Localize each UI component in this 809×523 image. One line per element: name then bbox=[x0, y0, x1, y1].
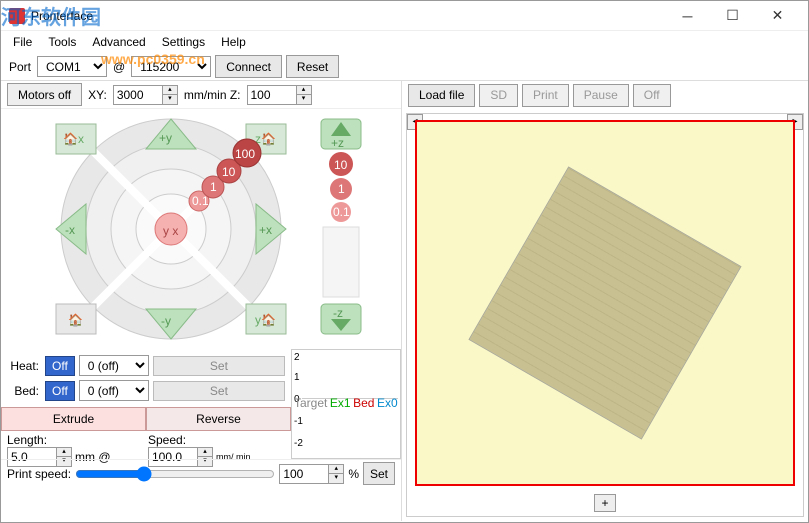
svg-text:-z: -z bbox=[333, 306, 343, 320]
motors-off-button[interactable]: Motors off bbox=[7, 83, 82, 106]
baud-select[interactable]: 115200 bbox=[131, 56, 211, 77]
jog-control-panel[interactable]: 🏠x z🏠 🏠 y🏠 +y -y -x +x y x 0.1 1 10 100 … bbox=[1, 109, 401, 349]
z-speed-input[interactable]: ▴▾ bbox=[247, 85, 312, 105]
gcode-viewer[interactable]: ◂ ▸ + bbox=[406, 113, 804, 517]
heat-label: Heat: bbox=[7, 359, 41, 373]
home-x-icon: 🏠x bbox=[56, 124, 96, 154]
reset-button[interactable]: Reset bbox=[286, 55, 339, 78]
close-button[interactable]: ✕ bbox=[755, 2, 800, 30]
connect-button[interactable]: Connect bbox=[215, 55, 282, 78]
svg-text:-y: -y bbox=[161, 314, 171, 328]
svg-text:10: 10 bbox=[222, 165, 236, 179]
load-file-button[interactable]: Load file bbox=[408, 84, 475, 107]
length-label: Length: bbox=[7, 433, 144, 447]
bed-label: Bed: bbox=[7, 384, 41, 398]
bed-off-button[interactable]: Off bbox=[45, 381, 75, 401]
bed-set-button[interactable]: Set bbox=[153, 381, 285, 401]
window-title: Pronterface bbox=[31, 9, 665, 23]
app-icon bbox=[9, 8, 25, 24]
svg-text:1: 1 bbox=[210, 180, 217, 194]
at-label: @ bbox=[111, 60, 127, 74]
titlebar: Pronterface ─ ☐ ✕ bbox=[1, 1, 808, 31]
pause-button[interactable]: Pause bbox=[573, 84, 629, 107]
xy-label: XY: bbox=[86, 88, 109, 102]
print-button[interactable]: Print bbox=[522, 84, 569, 107]
reverse-button[interactable]: Reverse bbox=[146, 407, 291, 431]
menu-help[interactable]: Help bbox=[213, 33, 254, 51]
sd-button[interactable]: SD bbox=[479, 84, 518, 107]
port-select[interactable]: COM1 bbox=[37, 56, 107, 77]
menu-file[interactable]: File bbox=[5, 33, 40, 51]
temperature-graph: 2 1 0 -1 -2 Target Ex1 Bed Ex0 bbox=[291, 349, 401, 459]
home-y-icon: y🏠 bbox=[246, 304, 286, 334]
svg-text:+z: +z bbox=[331, 136, 344, 150]
menu-settings[interactable]: Settings bbox=[154, 33, 213, 51]
minimize-button[interactable]: ─ bbox=[665, 2, 710, 30]
print-speed-set-button[interactable]: Set bbox=[363, 462, 395, 485]
left-panel: Motors off XY: ▴▾ mm/min Z: ▴▾ 🏠x z🏠 🏠 y… bbox=[1, 81, 401, 521]
file-toolbar: Load file SD Print Pause Off bbox=[402, 81, 808, 109]
minus-z-arrow: -z bbox=[321, 304, 361, 334]
svg-text:y x: y x bbox=[163, 224, 178, 238]
build-plate bbox=[468, 166, 741, 439]
menu-advanced[interactable]: Advanced bbox=[84, 33, 153, 51]
connection-toolbar: Port COM1 @ 115200 Connect Reset bbox=[1, 53, 808, 81]
percent-label: % bbox=[348, 467, 359, 481]
print-speed-slider[interactable] bbox=[75, 466, 275, 482]
svg-text:+y: +y bbox=[159, 131, 172, 145]
bed-temp-select[interactable]: 0 (off) bbox=[79, 380, 149, 401]
heat-temp-select[interactable]: 0 (off) bbox=[79, 355, 149, 376]
xy-speed-input[interactable]: ▴▾ bbox=[113, 85, 178, 105]
svg-text:🏠x: 🏠x bbox=[63, 132, 84, 146]
plus-z-arrow: +z bbox=[321, 119, 361, 150]
svg-text:10: 10 bbox=[334, 158, 348, 172]
svg-text:y🏠: y🏠 bbox=[255, 313, 276, 327]
home-all-icon: 🏠 bbox=[56, 304, 96, 334]
svg-text:🏠: 🏠 bbox=[68, 313, 83, 327]
menu-tools[interactable]: Tools bbox=[40, 33, 84, 51]
mmmin-z-label: mm/min Z: bbox=[182, 88, 243, 102]
extrude-button[interactable]: Extrude bbox=[1, 407, 146, 431]
svg-text:100: 100 bbox=[235, 147, 255, 161]
svg-text:+x: +x bbox=[259, 223, 272, 237]
menubar: File Tools Advanced Settings Help bbox=[1, 31, 808, 53]
right-panel: Load file SD Print Pause Off ◂ ▸ + bbox=[401, 81, 808, 521]
maximize-button[interactable]: ☐ bbox=[710, 2, 755, 30]
svg-text:1: 1 bbox=[338, 182, 345, 196]
print-speed-label: Print speed: bbox=[7, 467, 71, 481]
svg-text:-x: -x bbox=[65, 223, 75, 237]
port-label: Port bbox=[7, 60, 33, 74]
svg-text:0.1: 0.1 bbox=[333, 205, 350, 219]
heat-set-button[interactable]: Set bbox=[153, 356, 285, 376]
viewer-plus-button[interactable]: + bbox=[594, 494, 616, 512]
jog-settings-row: Motors off XY: ▴▾ mm/min Z: ▴▾ bbox=[1, 81, 401, 109]
print-speed-input[interactable]: ▴▾ bbox=[279, 464, 344, 484]
speed-label: Speed: bbox=[148, 433, 285, 447]
heat-off-button[interactable]: Off bbox=[45, 356, 75, 376]
print-bed bbox=[415, 120, 795, 486]
off-button[interactable]: Off bbox=[633, 84, 671, 107]
